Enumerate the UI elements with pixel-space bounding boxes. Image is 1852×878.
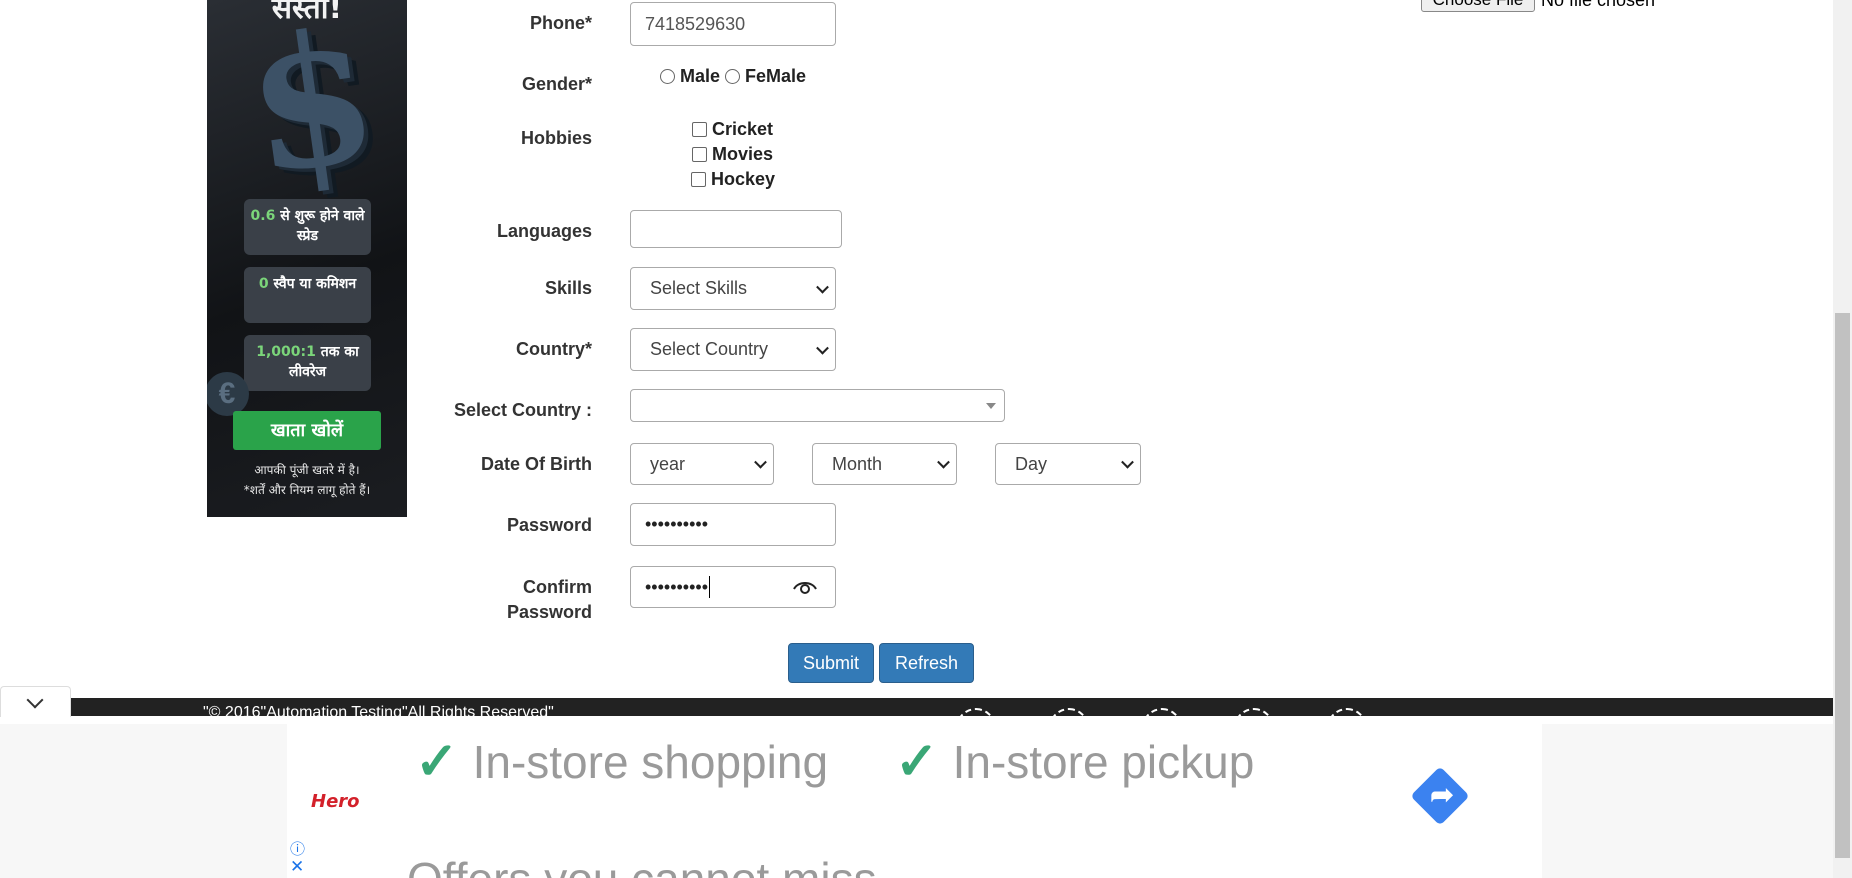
dob-year-select[interactable]: year [630,443,774,485]
dob-month-value: Month [832,453,883,474]
select-country-label: Select Country : [453,400,592,420]
languages-multiselect[interactable] [630,210,842,248]
gender-female-radio[interactable]: FeMale [725,66,806,87]
chevron-down-icon [937,455,950,469]
social-icon[interactable] [1327,708,1367,716]
hobby-movies-checkbox[interactable]: Movies [692,144,773,165]
footer-copyright: "© 2016"Automation Testing"All Rights Re… [203,704,554,716]
ad-feature-text: In-store pickup [952,736,1255,788]
ad-disclaimer-line: *शर्तें और नियम लागू होते हैं। [243,483,371,497]
dob-day-select[interactable]: Day [995,443,1141,485]
country-selected-value: Select Country [650,339,769,359]
collapse-ad-button[interactable] [0,686,71,717]
radio-circle[interactable] [725,69,740,84]
bottom-advertisement[interactable]: Hero ✓ In-store shopping ✓ In-store pick… [287,724,1542,878]
dob-day-value: Day [1015,453,1048,474]
refresh-button[interactable]: Refresh [879,643,974,683]
ad-close-icon[interactable]: ✕ [290,857,304,877]
hobbies-label: Hobbies [520,128,592,148]
country-label: Country* [516,339,592,359]
checkmark-icon: ✓ [415,733,459,791]
hobby-movies-label: Movies [712,144,774,164]
hobby-cricket-label: Cricket [712,119,774,139]
dob-year-value: year [650,453,686,474]
chevron-down-icon [754,455,767,469]
ad-feature-pickup: ✓ In-store pickup [895,732,1254,792]
password-input[interactable]: •••••••••• [630,503,836,546]
scrollbar-thumb[interactable] [1835,313,1850,858]
radio-circle[interactable] [660,69,675,84]
footer: "© 2016"Automation Testing"All Rights Re… [71,698,1833,716]
chevron-down-icon [816,280,829,294]
hobby-hockey-checkbox[interactable]: Hockey [691,169,775,190]
country-select[interactable]: Select Country [630,328,836,371]
checkbox-square[interactable] [692,147,707,162]
dob-label: Date Of Birth [480,454,592,474]
ad-info-icon[interactable]: ⓘ [290,838,305,859]
password-label: Password [506,515,592,535]
checkmark-icon: ✓ [895,733,939,791]
social-icon[interactable] [1049,708,1089,716]
social-icon[interactable] [1234,708,1274,716]
confirm-password-input[interactable]: •••••••••• [630,566,836,608]
skills-label: Skills [544,278,592,298]
phone-input[interactable] [630,2,836,46]
dob-month-select[interactable]: Month [812,443,957,485]
gender-label: Gender* [521,74,592,94]
checkbox-square[interactable] [691,172,706,187]
submit-button[interactable]: Submit [788,643,874,683]
hobby-cricket-checkbox[interactable]: Cricket [692,119,773,140]
gender-female-label: FeMale [745,66,807,86]
directions-arrow-icon: ➦ [1430,779,1454,810]
password-value: •••••••••• [645,514,709,534]
chevron-down-icon [1121,455,1134,469]
hobby-hockey-label: Hockey [711,169,776,189]
caret-down-icon [986,403,996,409]
ad-tagline: Offers you cannot miss [407,852,877,878]
checkbox-square[interactable] [692,122,707,137]
phone-label: Phone* [529,13,592,33]
eye-icon[interactable] [793,579,817,597]
confirm-password-label-line: Password [506,602,592,622]
confirm-password-value: •••••••••• [645,576,709,597]
ad-feature-shopping: ✓ In-store shopping [415,732,828,792]
chevron-down-icon [816,341,829,355]
confirm-password-label-line: Confirm [523,577,592,597]
file-status-text: No file chosen [1541,0,1656,10]
social-icon[interactable] [956,708,996,716]
choose-file-button[interactable]: Choose File [1421,0,1535,12]
gender-male-radio[interactable]: Male [660,66,720,87]
confirm-password-label: Confirm Password [192,575,592,625]
social-icon[interactable] [1142,708,1182,716]
skills-select[interactable]: Select Skills [630,267,836,310]
languages-label: Languages [496,221,592,241]
hero-logo: Hero [311,791,360,812]
skills-selected-value: Select Skills [650,278,748,298]
ad-feature-text: In-store shopping [472,736,829,788]
text-cursor [709,576,711,598]
gender-male-label: Male [680,66,721,86]
chevron-down-icon [26,691,44,709]
select-country-combobox[interactable] [630,389,1005,422]
